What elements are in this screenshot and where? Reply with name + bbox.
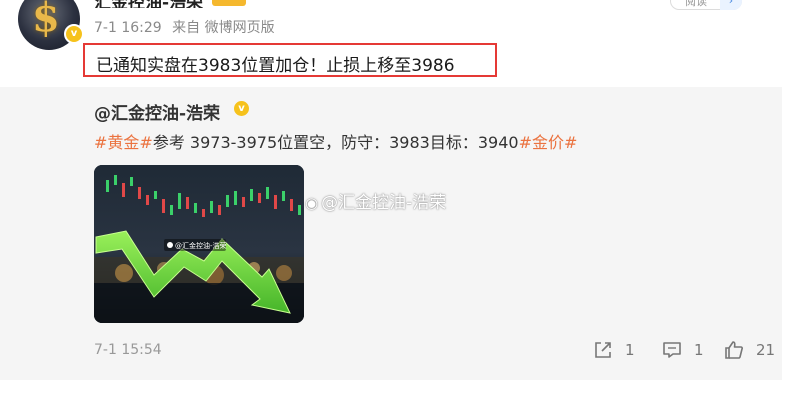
post-meta: 7-1 16:29 来自 微博网页版: [94, 17, 281, 37]
repost-button[interactable]: 1: [593, 340, 635, 360]
author-name[interactable]: 汇金控油-浩荣: [94, 0, 203, 8]
hashtag-price[interactable]: #金价#: [519, 133, 578, 152]
repost-text: #黄金#参考 3973-3975位置空，防守：3983目标：3940#金价#: [94, 129, 577, 153]
member-tag-icon: [212, 0, 246, 6]
thumbs-up-icon: [725, 341, 743, 359]
weibo-watermark: ◉ @汇金控油-浩荣: [305, 188, 446, 213]
post-text: 已通知实盘在3983位置加仓！止损上移至3986: [83, 43, 497, 77]
follow-button-label: 阅读: [685, 0, 707, 8]
post-time[interactable]: 7-1 16:29: [94, 20, 162, 36]
share-icon: [595, 342, 611, 358]
candlestick-chart-image: @汇金控油-浩荣: [94, 165, 304, 323]
comment-count: 1: [694, 341, 704, 359]
comment-icon: [663, 342, 681, 358]
weibo-logo-icon: ◉: [305, 194, 319, 212]
image-watermark-small: @汇金控油-浩荣: [175, 241, 227, 250]
repost-time[interactable]: 7-1 15:54: [94, 342, 162, 358]
hashtag-gold[interactable]: #黄金#: [94, 133, 153, 152]
repost-count: 1: [625, 341, 635, 359]
repost-author[interactable]: @汇金控油-浩荣: [94, 99, 220, 124]
chevron-right-icon[interactable]: ›: [720, 0, 742, 10]
comment-button[interactable]: 1: [662, 340, 704, 360]
like-count: 21: [756, 341, 776, 359]
follow-button[interactable]: 阅读 ›: [670, 0, 742, 10]
watermark-text: @汇金控油-浩荣: [321, 193, 447, 213]
repost-image[interactable]: @汇金控油-浩荣: [94, 165, 304, 323]
page-margin: [782, 0, 796, 393]
verified-badge-icon: v: [234, 101, 249, 116]
like-button[interactable]: 21: [724, 340, 775, 360]
post-source: 来自 微博网页版: [172, 20, 275, 36]
verified-badge-icon: v: [64, 24, 84, 44]
dollar-logo-icon: $: [32, 0, 60, 41]
repost-body: 参考 3973-3975位置空，防守：3983目标：3940: [152, 133, 519, 152]
